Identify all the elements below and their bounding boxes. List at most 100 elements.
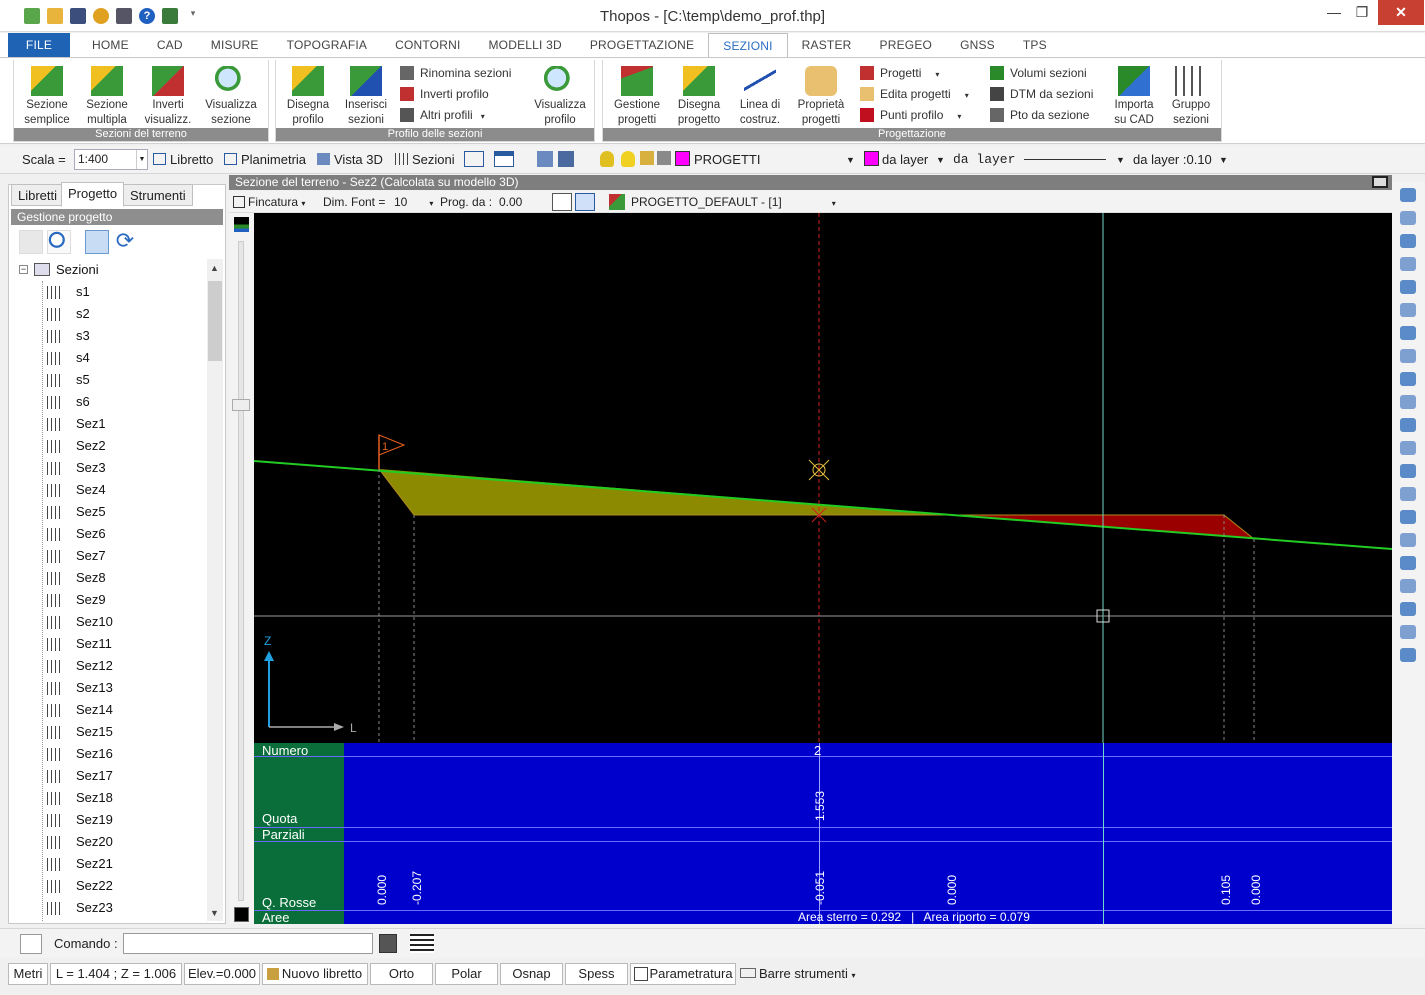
color-select[interactable]: da layer (882, 151, 928, 169)
snap-101-icon[interactable] (1400, 372, 1416, 386)
orto-toggle[interactable]: Orto (370, 963, 433, 985)
sezioni-button[interactable]: Sezioni (395, 151, 455, 169)
tab-pregeo[interactable]: PREGEO (866, 33, 947, 57)
layout-columns-icon[interactable] (464, 151, 484, 167)
select-icon[interactable] (19, 230, 43, 254)
altri-profili-button[interactable]: Altri profili ▾ (398, 106, 485, 124)
snap-tangent-icon[interactable] (1400, 533, 1416, 547)
project-select[interactable]: PROGETTO_DEFAULT - [1] ▾ (631, 194, 836, 210)
chevron-down-icon[interactable]: ▼ (1219, 151, 1228, 169)
slider-handle[interactable] (232, 399, 250, 411)
background-color-icon[interactable] (234, 907, 249, 922)
inverti-visualizz-button[interactable]: Inverti visualizz. (140, 66, 196, 128)
command-input[interactable] (123, 933, 373, 954)
osnap-toggle[interactable]: Osnap (500, 963, 563, 985)
freeze-icon[interactable] (621, 151, 635, 167)
progetti-button[interactable]: Progetti ▾ (858, 64, 939, 82)
tab-cad[interactable]: CAD (143, 33, 197, 57)
snap-nearest-icon[interactable] (1400, 579, 1416, 593)
scroll-thumb[interactable] (208, 281, 222, 361)
importa-su-cad-button[interactable]: Importa su CAD (1106, 66, 1162, 128)
snap-quadrant-icon[interactable] (1400, 441, 1416, 455)
zoom-window-icon[interactable] (1400, 211, 1416, 225)
inverti-profilo-button[interactable]: Inverti profilo (398, 85, 489, 103)
proprieta-progetti-button[interactable]: Proprietà progetti (793, 66, 849, 128)
tab-raster[interactable]: RASTER (788, 33, 866, 57)
pto-da-sezione-button[interactable]: Pto da sezione (988, 106, 1089, 124)
profile-toggle-icon[interactable] (575, 193, 595, 211)
layout-rows-icon[interactable] (494, 151, 514, 167)
polar-toggle[interactable]: Polar (435, 963, 498, 985)
tab-sezioni[interactable]: SEZIONI (708, 33, 788, 57)
zoom-previous-icon[interactable] (1400, 257, 1416, 271)
snap-endpoint-icon[interactable] (1400, 349, 1416, 363)
collapse-icon[interactable]: − (19, 265, 28, 274)
visualizza-sezione-button[interactable]: Visualizza sezione (203, 66, 259, 128)
dtm-da-sezioni-button[interactable]: DTM da sezioni (988, 85, 1093, 103)
layers-icon[interactable] (537, 151, 553, 167)
sezione-semplice-button[interactable]: Sezione semplice (19, 66, 75, 128)
snap-center-icon[interactable] (1400, 418, 1416, 432)
refresh-selected-icon[interactable] (85, 230, 109, 254)
snap-parallel-icon[interactable] (1400, 602, 1416, 616)
nuovo-libretto-button[interactable]: Nuovo libretto (262, 963, 368, 985)
gruppo-sezioni-button[interactable]: Gruppo sezioni (1163, 66, 1219, 128)
snap-apparent-icon[interactable] (1400, 648, 1416, 662)
chevron-down-icon[interactable]: ▼ (936, 151, 945, 169)
libretto-button[interactable]: Libretto (153, 151, 213, 169)
parametratura-toggle[interactable]: Parametratura (630, 963, 736, 985)
zoom-dynamic-icon[interactable] (1400, 303, 1416, 317)
dim-font-select[interactable]: 10 ▾ (394, 194, 433, 210)
lineweight-select[interactable]: da layer :0.10 (1133, 151, 1212, 169)
linetype-select[interactable]: da layer (953, 151, 1015, 169)
lock-icon[interactable] (640, 151, 654, 165)
punti-profilo-button[interactable]: Punti profilo ▾ (858, 106, 961, 124)
close-button[interactable]: ✕ (1378, 0, 1424, 25)
elevation-display[interactable]: Elev.=0.000 (184, 963, 260, 985)
maximize-view-icon[interactable] (1372, 176, 1388, 188)
view-vertical-slider[interactable] (238, 241, 244, 901)
tab-misure[interactable]: MISURE (197, 33, 273, 57)
command-history-icon[interactable] (20, 934, 42, 954)
barre-strumenti-menu[interactable]: Barre strumenti ▾ (740, 966, 856, 981)
section-line-toggle-icon[interactable] (552, 193, 572, 211)
sezione-multipla-button[interactable]: Sezione multipla (79, 66, 135, 128)
chevron-down-icon[interactable]: ▼ (1116, 151, 1125, 169)
snap-extension-icon[interactable] (1400, 487, 1416, 501)
tab-progettazione[interactable]: PROGETTAZIONE (576, 33, 708, 57)
linea-di-costruz-button[interactable]: Linea di costruz. (732, 66, 788, 128)
tab-home[interactable]: HOME (78, 33, 143, 57)
pan-hand-icon[interactable] (1400, 326, 1416, 340)
snap-midpoint-icon[interactable] (1400, 395, 1416, 409)
tab-strumenti[interactable]: Strumenti (123, 184, 193, 206)
zoom-101-icon[interactable] (1400, 234, 1416, 248)
snap-node-icon[interactable] (1400, 625, 1416, 639)
visualizza-profilo-button[interactable]: Visualizza profilo (532, 66, 588, 128)
disegna-progetto-button[interactable]: Disegna progetto (671, 66, 727, 128)
volumi-sezioni-button[interactable]: Volumi sezioni (988, 64, 1087, 82)
calculator-icon[interactable] (379, 934, 397, 953)
tab-modelli-3d[interactable]: MODELLI 3D (474, 33, 575, 57)
tree-scrollbar[interactable]: ▲ ▼ (207, 259, 223, 921)
search-icon[interactable] (47, 230, 71, 254)
print-icon[interactable] (657, 151, 671, 165)
gestione-progetti-button[interactable]: Gestione progetti (609, 66, 665, 128)
planimetria-button[interactable]: Planimetria (224, 151, 306, 169)
disegna-profilo-button[interactable]: Disegna profilo (280, 66, 336, 128)
tab-libretti[interactable]: Libretti (11, 184, 65, 206)
inserisci-sezioni-button[interactable]: Inserisci sezioni (338, 66, 394, 128)
fincatura-menu[interactable]: Fincatura ▾ (233, 194, 305, 210)
snap-perpendicular-icon[interactable] (1400, 556, 1416, 570)
snap-intersection-icon[interactable] (1400, 464, 1416, 478)
tab-gnss[interactable]: GNSS (946, 33, 1009, 57)
snap-insert-icon[interactable] (1400, 510, 1416, 524)
tab-file[interactable]: FILE (8, 33, 70, 57)
zoom-extents-icon[interactable] (1400, 188, 1416, 202)
edita-progetti-button[interactable]: Edita progetti ▾ (858, 85, 969, 103)
tab-contorni[interactable]: CONTORNI (381, 33, 474, 57)
scroll-up-icon[interactable]: ▲ (210, 263, 219, 273)
color-scheme-icon[interactable] (234, 217, 249, 232)
tab-topografia[interactable]: TOPOGRAFIA (273, 33, 381, 57)
rinomina-sezioni-button[interactable]: Rinomina sezioni (398, 64, 511, 82)
tab-tps[interactable]: TPS (1009, 33, 1061, 57)
